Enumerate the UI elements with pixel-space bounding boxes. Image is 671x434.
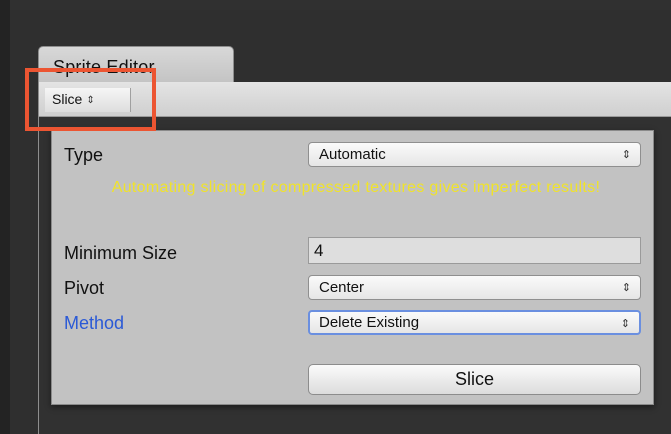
select-arrows-icon: ⇕ [621, 282, 631, 294]
select-arrows-icon: ⇕ [620, 318, 630, 330]
select-arrows-icon: ⇕ [621, 149, 631, 161]
method-label: Method [64, 313, 125, 333]
type-label: Type [64, 145, 104, 165]
compression-warning: Automating slicing of compressed texture… [111, 179, 601, 196]
pivot-select[interactable]: Center ⇕ [308, 275, 641, 300]
slice-button[interactable]: Slice [308, 364, 641, 395]
slice-popup: Type Automatic ⇕ Automating slicing of c… [51, 130, 654, 405]
top-panel-edge [10, 0, 671, 10]
method-select[interactable]: Delete Existing ⇕ [308, 310, 641, 335]
left-panel-edge [0, 0, 10, 434]
minimum-size-field[interactable]: 4 [308, 237, 641, 264]
pivot-label: Pivot [64, 278, 105, 298]
type-select-value: Automatic [319, 146, 386, 163]
screen: Sprite Editor Slice ⇕ Type Automatic ⇕ Au… [0, 0, 671, 434]
pivot-select-value: Center [319, 279, 365, 296]
annotation-highlight-box [25, 68, 156, 131]
method-select-value: Delete Existing [319, 314, 420, 331]
minimum-size-label: Minimum Size [64, 243, 178, 263]
type-select[interactable]: Automatic ⇕ [308, 142, 641, 167]
